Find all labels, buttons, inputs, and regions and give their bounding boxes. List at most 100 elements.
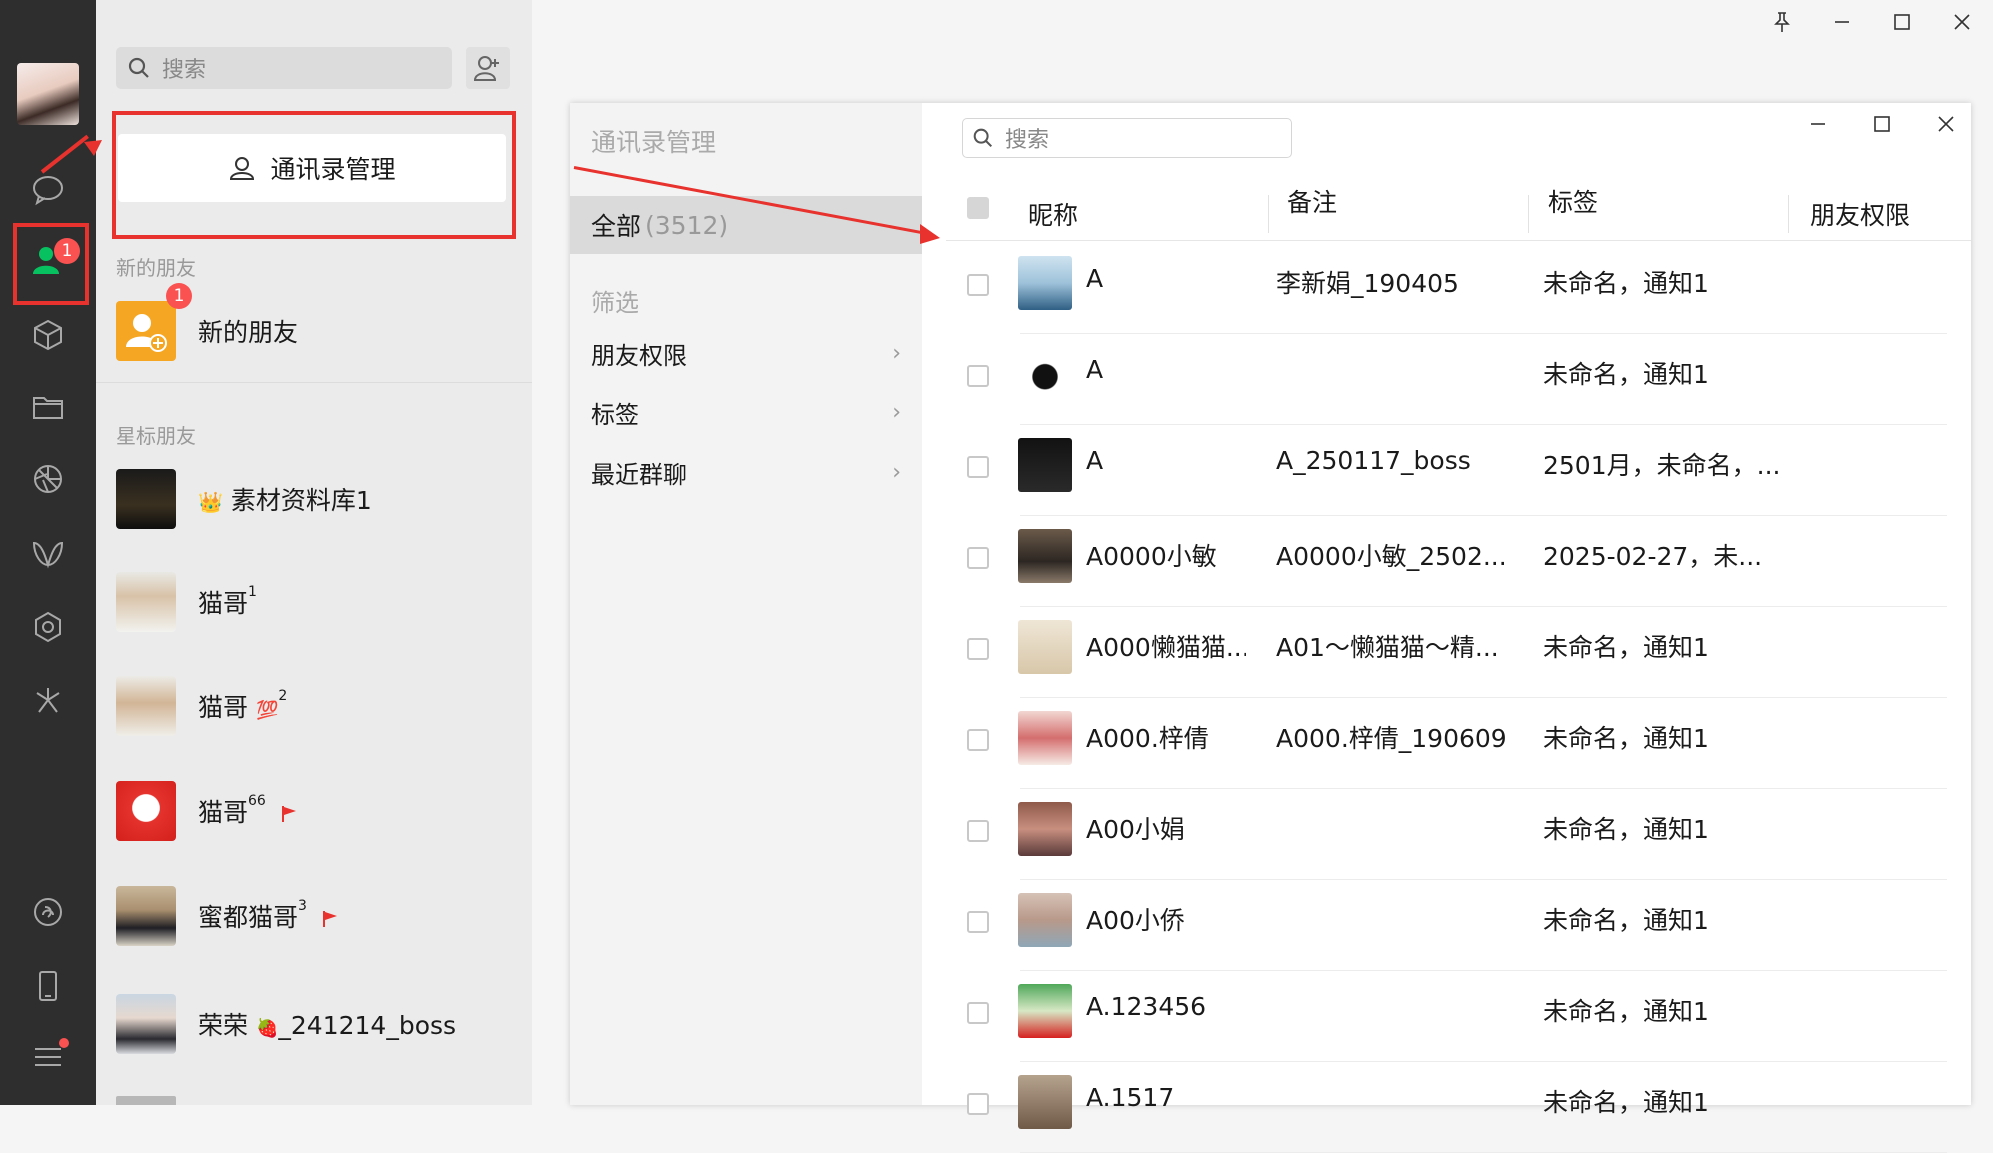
filter-all[interactable]: 全部 (3512)	[570, 196, 922, 254]
row-checkbox[interactable]	[967, 365, 989, 387]
chevron-right-icon: ›	[892, 459, 901, 485]
cell-remark: A_250117_boss	[1276, 446, 1471, 475]
favorites-icon[interactable]	[24, 311, 72, 359]
pin-icon[interactable]	[1771, 10, 1793, 34]
filter-label: 最近群聊	[591, 460, 687, 489]
hundred-emoji: 💯	[255, 700, 279, 721]
dialog-search-input[interactable]: 搜索	[962, 118, 1292, 158]
user-avatar[interactable]	[17, 63, 79, 125]
starred-contact-item[interactable]: 猫哥1	[116, 567, 526, 637]
contacts-search-input[interactable]: 搜索	[116, 47, 452, 89]
cell-tags: 未命名，通知1	[1543, 633, 1709, 662]
folder-icon[interactable]	[24, 383, 72, 431]
chevron-right-icon: ›	[892, 399, 901, 425]
contact-avatar	[1018, 620, 1072, 674]
new-friends-item[interactable]: 新的朋友 1	[116, 283, 526, 366]
filter-all-label: 全部	[591, 212, 642, 241]
column-separator	[1788, 195, 1789, 233]
row-checkbox[interactable]	[967, 274, 989, 296]
dialog-title: 通讯录管理	[591, 128, 717, 157]
contact-avatar	[1018, 256, 1072, 310]
contact-avatar	[116, 781, 176, 841]
row-checkbox[interactable]	[967, 1093, 989, 1115]
contact-avatar	[1018, 1075, 1072, 1129]
new-friends-icon	[116, 301, 176, 361]
table-row[interactable]: A0000小敏 A0000小敏_2502... 2025-02-27，未...	[922, 516, 1971, 607]
contact-avatar	[1018, 438, 1072, 492]
table-row[interactable]: A00小娟 未命名，通知1	[922, 789, 1971, 880]
column-header-friend-permissions[interactable]: 朋友权限	[1810, 196, 1910, 232]
cell-remark: A000.梓倩_190609	[1276, 724, 1507, 753]
contact-name: 猫哥	[198, 589, 249, 618]
mini-programs-icon[interactable]	[24, 676, 72, 724]
mini-program-icon[interactable]	[24, 888, 72, 936]
contact-name-wrap: 👑 素材资料库1	[198, 481, 372, 517]
close-icon[interactable]	[1951, 10, 1973, 34]
cell-nickname: A	[1086, 355, 1104, 384]
channels-icon[interactable]	[24, 530, 72, 578]
column-header-remark[interactable]: 备注	[1287, 183, 1337, 219]
cell-nickname: A.1517	[1086, 1083, 1175, 1112]
row-checkbox[interactable]	[967, 729, 989, 751]
moments-icon[interactable]	[24, 455, 72, 503]
contact-name-wrap: 猫哥1	[198, 584, 257, 620]
column-header-nickname[interactable]: 昵称	[1028, 196, 1078, 232]
filter-friend-permissions[interactable]: 朋友权限 ›	[591, 333, 901, 373]
chevron-right-icon: ›	[892, 340, 901, 366]
highlight-box-contacts	[13, 223, 89, 305]
table-row[interactable]: A.1517 未命名，通知1	[922, 1062, 1971, 1153]
starred-contact-item[interactable]: 猫哥 💯2	[116, 671, 526, 741]
phone-icon[interactable]	[24, 962, 72, 1010]
annotation-arrowhead	[920, 224, 940, 244]
cell-nickname: A.123456	[1086, 992, 1207, 1021]
contact-avatar	[116, 572, 176, 632]
contact-avatar	[1018, 984, 1072, 1038]
starred-contact-item[interactable]: 荣荣 🍓_241214_boss	[116, 989, 526, 1059]
contact-avatar	[116, 469, 176, 529]
close-icon[interactable]	[1935, 111, 1957, 137]
cell-tags: 未命名，通知1	[1543, 997, 1709, 1026]
starred-contact-item[interactable]: 蜜都猫哥3	[116, 881, 526, 951]
select-all-checkbox[interactable]	[967, 197, 989, 219]
row-checkbox[interactable]	[967, 638, 989, 660]
filter-tags[interactable]: 标签 ›	[591, 392, 901, 432]
contact-name: 猫哥	[198, 798, 249, 827]
table-row[interactable]: A.123456 未命名，通知1	[922, 971, 1971, 1062]
row-checkbox[interactable]	[967, 456, 989, 478]
row-checkbox[interactable]	[967, 911, 989, 933]
cell-nickname: A000懒猫猫...	[1086, 633, 1246, 662]
table-row[interactable]: A A_250117_boss 2501月，未命名，...	[922, 425, 1971, 516]
minimize-icon[interactable]	[1807, 111, 1829, 137]
row-checkbox[interactable]	[967, 820, 989, 842]
filter-label: 朋友权限	[591, 341, 687, 370]
contact-avatar	[116, 994, 176, 1054]
contact-superscript: 1	[248, 584, 257, 600]
contact-avatar	[1018, 529, 1072, 583]
filter-recent-groups[interactable]: 最近群聊 ›	[591, 452, 901, 492]
starred-contact-item[interactable]: 猫哥66	[116, 776, 526, 846]
add-friend-button[interactable]	[466, 47, 510, 89]
cell-tags: 未命名，通知1	[1543, 360, 1709, 389]
minimize-icon[interactable]	[1831, 10, 1853, 34]
dialog-window-controls	[1807, 111, 1957, 137]
cell-tags: 未命名，通知1	[1543, 906, 1709, 935]
table-row[interactable]: A00小侨 未命名，通知1	[922, 880, 1971, 971]
table-row[interactable]: A000.梓倩 A000.梓倩_190609 未命名，通知1	[922, 698, 1971, 789]
chat-icon[interactable]	[24, 165, 72, 213]
table-row[interactable]: A000懒猫猫... A01～懒猫猫～精... 未命名，通知1	[922, 607, 1971, 698]
contact-name: 素材资料库1	[230, 486, 372, 515]
row-checkbox[interactable]	[967, 547, 989, 569]
window-controls	[1771, 10, 1973, 34]
maximize-icon[interactable]	[1891, 10, 1913, 34]
header-divider	[946, 240, 1971, 241]
cell-tags: 未命名，通知1	[1543, 269, 1709, 298]
search-discover-icon[interactable]	[24, 603, 72, 651]
starred-contact-item[interactable]: 👑 素材资料库1	[116, 464, 526, 534]
section-label-starred: 星标朋友	[116, 424, 196, 448]
table-row[interactable]: A 未命名，通知1	[922, 334, 1971, 425]
menu-notification-dot	[59, 1038, 69, 1048]
column-header-tags[interactable]: 标签	[1548, 183, 1598, 219]
maximize-icon[interactable]	[1871, 111, 1893, 137]
table-row[interactable]: A 李新娟_190405 未命名，通知1	[922, 243, 1971, 334]
row-checkbox[interactable]	[967, 1002, 989, 1024]
